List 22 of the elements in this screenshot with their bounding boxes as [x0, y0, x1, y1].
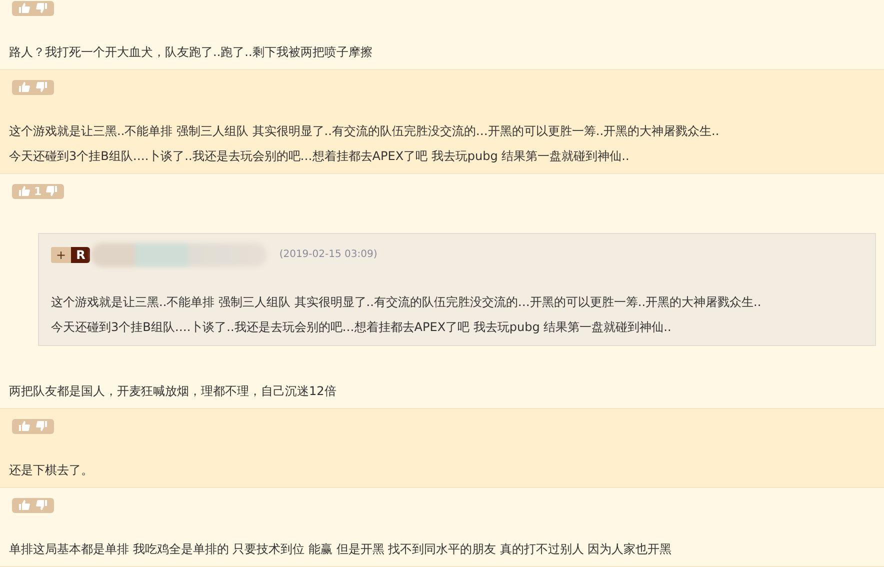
reply-text: 这个游戏就是让三黑..不能单排 强制三人组队 其实很明显了..有交流的队伍完胜没交流的…开黑的可以更胜一筹..开黑的大神屠戮众生.. [51, 294, 762, 311]
comment-text: 路人？我打死一个开大血犬，队友跑了..跑了..剩下我被两把喷子摩擦 [9, 44, 374, 61]
thumbs-down-icon[interactable] [46, 186, 57, 196]
comment-text: 两把队友都是国人，开麦狂喊放烟，理都不理，自己沉迷12倍 [9, 383, 338, 400]
thumbs-down-icon[interactable] [36, 3, 47, 13]
thumbs-up-icon[interactable] [19, 421, 30, 431]
comment-text: 今天还碰到3个挂B组队….卜谈了..我还是去玩会别的吧…想着挂都去APEX了吧 我去玩pubg 结果第一盘就碰到神仙.. [9, 148, 630, 165]
plus-badge[interactable]: + [51, 246, 72, 262]
thumbs-up-icon[interactable] [19, 82, 30, 92]
reply-timestamp: (2019-02-15 03:09) [279, 248, 378, 262]
comment-text: 还是下棋去了。 [9, 462, 94, 479]
like-count: 1 [34, 186, 42, 196]
thumbs-down-icon[interactable] [36, 421, 47, 431]
thumbs-up-icon[interactable] [19, 500, 30, 510]
comment-text: 单排这局基本都是单排 我吃鸡全是单排的 只要技术到位 能赢 但是开黑 找不到同水平的朋友 真的打不过别人 因为人家也开黑 [9, 541, 673, 558]
level-badge: R [71, 246, 90, 262]
thumbs-down-icon[interactable] [36, 82, 47, 92]
thumbs-up-icon[interactable] [19, 186, 30, 196]
thumbs-up-icon[interactable] [19, 3, 30, 13]
comment-text: 这个游戏就是让三黑..不能单排 强制三人组队 其实很明显了..有交流的队伍完胜没交流的…开黑的可以更胜一筹..开黑的大神屠戮众生.. [9, 123, 720, 140]
reply-text: 今天还碰到3个挂B组队….卜谈了..我还是去玩会别的吧…想着挂都去APEX了吧 我去玩pubg 结果第一盘就碰到神仙.. [51, 319, 672, 336]
thumbs-down-icon[interactable] [36, 500, 47, 510]
